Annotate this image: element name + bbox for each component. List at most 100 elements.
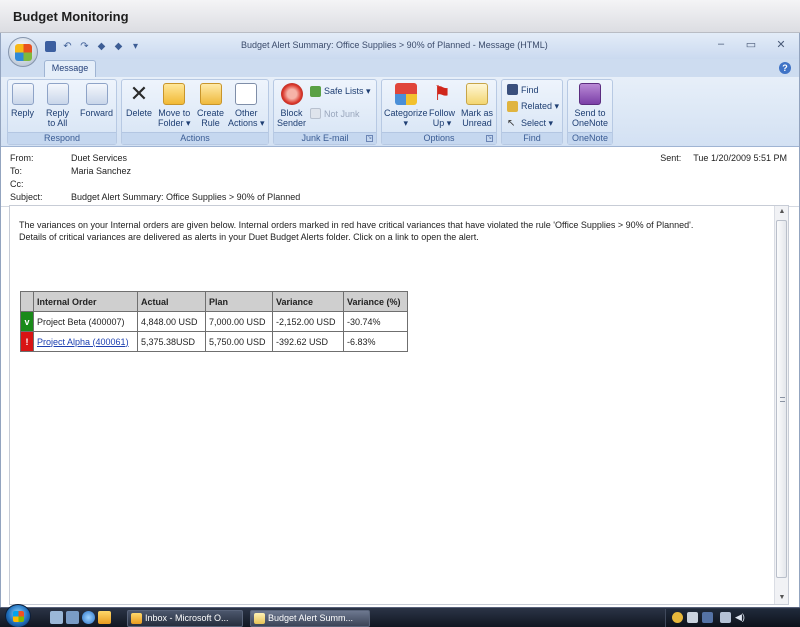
next-item-icon[interactable]: ◆ xyxy=(113,41,124,52)
top-banner: Budget Monitoring xyxy=(0,0,800,33)
table-row: ! Project Alpha (400061) 5,375.38USD 5,7… xyxy=(20,331,408,352)
message-header: From: Duet Services To: Maria Sanchez Cc… xyxy=(1,147,799,207)
table-header-row: Internal Order Actual Plan Variance Vari… xyxy=(20,291,408,312)
subject-label: Subject: xyxy=(10,192,43,202)
delete-button[interactable]: ✕ Delete xyxy=(126,81,152,119)
reply-button[interactable]: Reply xyxy=(11,83,34,118)
forward-button[interactable]: Forward xyxy=(80,83,113,118)
messenger-tray-icon[interactable] xyxy=(672,612,683,623)
scrollbar-thumb[interactable] xyxy=(776,220,787,578)
group-find: Find Related ▾ ↖ Select ▾ Find xyxy=(501,79,563,145)
actual-cell: 4,848.00 USD xyxy=(137,311,206,332)
envelope-icon xyxy=(466,83,488,105)
follow-up-button[interactable]: ⚑ Follow Up ▾ xyxy=(429,83,455,128)
group-actions: ✕ Delete Move to Folder ▾ Create Rule Ot… xyxy=(121,79,269,145)
plan-cell: 5,750.00 USD xyxy=(205,331,273,352)
binoculars-icon xyxy=(507,84,518,95)
from-value[interactable]: Duet Services xyxy=(71,153,127,165)
move-to-folder-button[interactable]: Move to Folder ▾ xyxy=(158,83,191,128)
to-row: To: Maria Sanchez xyxy=(10,166,131,178)
related-button[interactable]: Related ▾ xyxy=(507,101,559,112)
maximize-button[interactable]: ▭ xyxy=(745,38,757,51)
other-actions-button[interactable]: Other Actions ▾ xyxy=(228,83,265,128)
internal-order-cell: Project Alpha (400061) xyxy=(33,331,138,352)
internet-explorer-icon[interactable] xyxy=(82,611,95,624)
sent-value: Tue 1/20/2009 5:51 PM xyxy=(693,153,787,163)
group-label-actions: Actions xyxy=(122,132,268,144)
close-button[interactable]: ✕ xyxy=(775,38,787,51)
variance-pct-cell: -6.83% xyxy=(343,331,408,352)
send-to-onenote-button[interactable]: Send to OneNote xyxy=(572,83,608,128)
mark-as-unread-button[interactable]: Mark as Unread xyxy=(461,83,493,128)
customize-toolbar-icon[interactable]: ▾ xyxy=(130,41,141,52)
sent-label: Sent: xyxy=(660,153,682,163)
not-junk-button[interactable]: Not Junk xyxy=(310,108,360,119)
previous-item-icon[interactable]: ◆ xyxy=(96,41,107,52)
rule-icon xyxy=(199,83,222,105)
undo-icon[interactable]: ↶ xyxy=(62,41,73,52)
options-launcher[interactable]: ↘ xyxy=(486,135,493,142)
outlook-message-window: ↶ ↷ ◆ ◆ ▾ Budget Alert Summary: Office S… xyxy=(0,33,800,607)
taskbar-button-inbox[interactable]: Inbox - Microsoft O... xyxy=(127,610,243,627)
safe-lists-button[interactable]: Safe Lists ▾ xyxy=(310,86,371,97)
categorize-button[interactable]: Categorize ▾ xyxy=(384,83,428,128)
help-icon[interactable]: ? xyxy=(779,62,791,74)
actual-cell: 5,375.38USD xyxy=(137,331,206,352)
outlook-quick-launch-icon[interactable] xyxy=(98,611,111,624)
scroll-up-arrow-icon[interactable]: ▲ xyxy=(776,206,788,218)
column-header-variance-pct: Variance (%) xyxy=(343,291,408,312)
group-label-onenote: OneNote xyxy=(568,132,612,144)
find-button[interactable]: Find xyxy=(507,84,539,95)
block-sender-button[interactable]: Block Sender xyxy=(277,83,306,128)
switch-windows-icon[interactable] xyxy=(66,611,79,624)
vertical-scrollbar[interactable]: ▲ ▼ xyxy=(774,206,788,604)
monitor-tray-icon[interactable] xyxy=(720,612,731,623)
create-rule-button[interactable]: Create Rule xyxy=(197,83,224,128)
quick-access-toolbar: ↶ ↷ ◆ ◆ ▾ xyxy=(45,39,141,53)
select-button[interactable]: ↖ Select ▾ xyxy=(507,118,553,129)
tray-app-icon[interactable] xyxy=(702,612,713,623)
variance-cell: -2,152.00 USD xyxy=(272,311,344,332)
variance-cell: -392.62 USD xyxy=(272,331,344,352)
taskbar-button-budget-alert[interactable]: Budget Alert Summ... xyxy=(250,610,370,627)
windows-taskbar: Inbox - Microsoft O... Budget Alert Summ… xyxy=(0,604,800,627)
volume-icon[interactable]: ◀) xyxy=(735,612,746,623)
document-icon xyxy=(235,83,258,105)
scroll-down-arrow-icon[interactable]: ▼ xyxy=(776,592,788,604)
select-cursor-icon: ↖ xyxy=(507,118,516,129)
forward-icon xyxy=(85,83,108,105)
group-onenote: Send to OneNote OneNote xyxy=(567,79,613,145)
to-value[interactable]: Maria Sanchez xyxy=(71,166,131,178)
group-options: Categorize ▾ ⚑ Follow Up ▾ Mark as Unrea… xyxy=(381,79,497,145)
tab-message[interactable]: Message xyxy=(44,60,96,77)
column-header-actual: Actual xyxy=(137,291,206,312)
table-row: v Project Beta (400007) 4,848.00 USD 7,0… xyxy=(20,311,408,332)
subject-value: Budget Alert Summary: Office Supplies > … xyxy=(71,192,301,202)
redo-icon[interactable]: ↷ xyxy=(79,41,90,52)
reply-all-button[interactable]: Reply to All xyxy=(46,83,69,128)
window-title: Budget Alert Summary: Office Supplies > … xyxy=(241,40,548,50)
safe-lists-icon xyxy=(310,86,321,97)
block-sender-icon xyxy=(280,83,303,105)
start-button[interactable] xyxy=(5,604,31,627)
message-body[interactable]: The variances on your Internal orders ar… xyxy=(9,205,789,605)
save-icon[interactable] xyxy=(45,40,56,52)
office-button[interactable] xyxy=(8,37,38,67)
ribbon-tab-row: Message ? xyxy=(1,59,799,77)
column-header-internal-order: Internal Order xyxy=(33,291,138,312)
alert-link-project-alpha[interactable]: Project Alpha (400061) xyxy=(37,337,129,347)
message-text: The variances on your Internal orders ar… xyxy=(19,219,754,243)
show-desktop-icon[interactable] xyxy=(50,611,63,624)
flag-column-header xyxy=(20,291,34,312)
scrollbar-grip-icon xyxy=(780,397,785,402)
cc-row: Cc: xyxy=(10,179,71,191)
junk-email-options-launcher[interactable]: ↘ xyxy=(366,135,373,142)
plan-cell: 7,000.00 USD xyxy=(205,311,273,332)
network-tray-icon[interactable] xyxy=(687,612,698,623)
delete-icon: ✕ xyxy=(129,81,149,106)
not-junk-icon xyxy=(310,108,321,119)
title-bar: ↶ ↷ ◆ ◆ ▾ Budget Alert Summary: Office S… xyxy=(1,33,799,59)
group-label-respond: Respond xyxy=(8,132,116,144)
minimize-button[interactable]: – xyxy=(715,38,727,51)
group-label-junk-email: Junk E-mail xyxy=(274,132,376,144)
